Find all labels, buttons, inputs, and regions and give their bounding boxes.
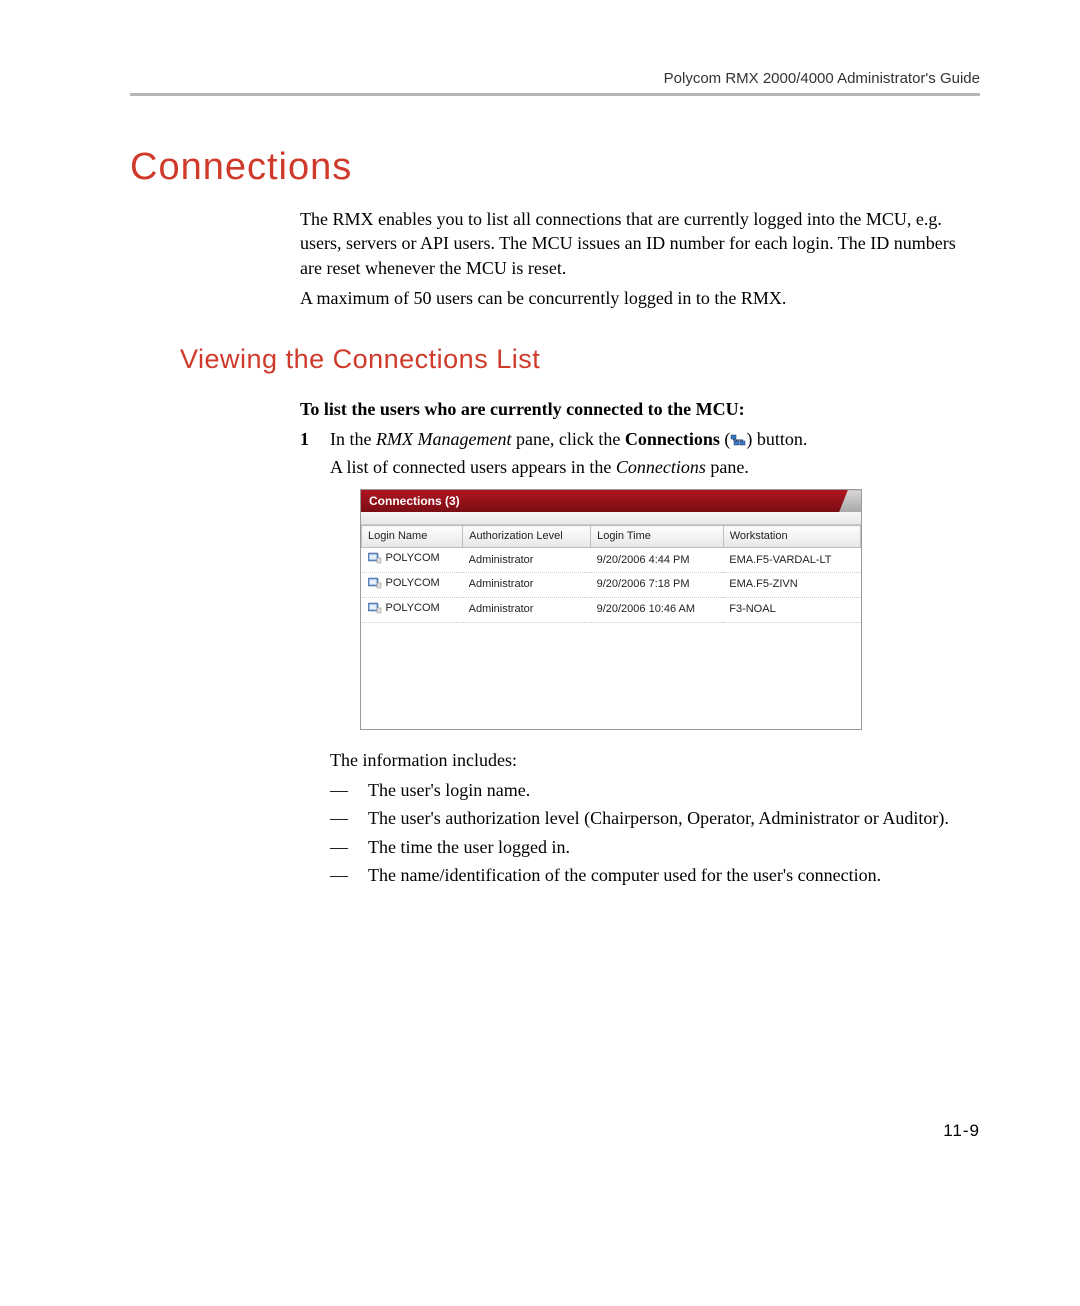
connections-panel-titlebar: Connections (3) <box>361 490 861 512</box>
cell-login: POLYCOM <box>386 552 440 564</box>
col-auth-level[interactable]: Authorization Level <box>463 526 591 548</box>
dash-bullet: — <box>330 863 368 887</box>
step-text-2: pane, click the <box>511 429 624 449</box>
intro-paragraph-2: A maximum of 50 users can be concurrentl… <box>300 286 980 310</box>
info-lead: The information includes: <box>330 748 980 772</box>
intro-paragraph-1: The RMX enables you to list all connecti… <box>300 207 980 280</box>
step-text: In the <box>330 429 376 449</box>
table-row[interactable]: POLYCOM Administrator 9/20/2006 7:18 PM … <box>362 572 861 597</box>
connections-panel: Connections (3) Login Name Authorization… <box>360 489 862 730</box>
info-bullet-list: — The user's login name. — The user's au… <box>330 778 980 887</box>
step-text-3: ( <box>720 429 731 449</box>
list-item-text: The name/identification of the computer … <box>368 863 980 887</box>
user-icon <box>368 602 382 619</box>
procedure-lead: To list the users who are currently conn… <box>300 397 980 421</box>
step-text-bold: Connections <box>625 429 720 449</box>
running-header: Polycom RMX 2000/4000 Administrator's Gu… <box>130 70 980 87</box>
step-line2-italic: Connections <box>616 457 706 477</box>
subsection-title: Viewing the Connections List <box>180 344 980 375</box>
step-number: 1 <box>300 427 330 891</box>
list-item-text: The user's authorization level (Chairper… <box>368 806 980 830</box>
cell-login: POLYCOM <box>386 577 440 589</box>
cell-ws: EMA.F5-VARDAL-LT <box>723 548 860 573</box>
cell-auth: Administrator <box>463 597 591 622</box>
cell-time: 9/20/2006 10:46 AM <box>591 597 724 622</box>
table-empty-space <box>362 622 861 729</box>
connections-panel-toolbar <box>361 512 861 525</box>
intro-block: The RMX enables you to list all connecti… <box>300 207 980 310</box>
list-item-text: The user's login name. <box>368 778 980 802</box>
col-login-name[interactable]: Login Name <box>362 526 463 548</box>
col-login-time[interactable]: Login Time <box>591 526 724 548</box>
col-workstation[interactable]: Workstation <box>723 526 860 548</box>
step-line2-prefix: A list of connected users appears in the <box>330 457 616 477</box>
dash-bullet: — <box>330 806 368 830</box>
header-rule <box>130 93 980 96</box>
list-item: — The user's authorization level (Chairp… <box>330 806 980 830</box>
page-number: 11-9 <box>130 1121 980 1141</box>
cell-ws: EMA.F5-ZIVN <box>723 572 860 597</box>
user-icon <box>368 552 382 569</box>
step-text-4: ) button. <box>746 429 807 449</box>
cell-auth: Administrator <box>463 548 591 573</box>
connections-icon <box>730 430 746 454</box>
cell-login: POLYCOM <box>386 602 440 614</box>
step-body: In the RMX Management pane, click the Co… <box>330 427 980 891</box>
connections-table: Login Name Authorization Level Login Tim… <box>361 525 861 728</box>
table-row[interactable]: POLYCOM Administrator 9/20/2006 10:46 AM… <box>362 597 861 622</box>
cell-ws: F3-NOAL <box>723 597 860 622</box>
cell-auth: Administrator <box>463 572 591 597</box>
list-item: — The name/identification of the compute… <box>330 863 980 887</box>
section-title: Connections <box>130 146 980 189</box>
list-item: — The user's login name. <box>330 778 980 802</box>
step-line2-suffix: pane. <box>706 457 749 477</box>
cell-time: 9/20/2006 7:18 PM <box>591 572 724 597</box>
dash-bullet: — <box>330 835 368 859</box>
procedure-block: To list the users who are currently conn… <box>300 397 980 891</box>
list-item: — The time the user logged in. <box>330 835 980 859</box>
page: Polycom RMX 2000/4000 Administrator's Gu… <box>0 0 1080 1201</box>
cell-time: 9/20/2006 4:44 PM <box>591 548 724 573</box>
table-row[interactable]: POLYCOM Administrator 9/20/2006 4:44 PM … <box>362 548 861 573</box>
step-text-italic-1: RMX Management <box>376 429 511 449</box>
step-1: 1 In the RMX Management pane, click the … <box>300 427 980 891</box>
user-icon <box>368 577 382 594</box>
titlebar-decoration <box>839 490 861 512</box>
connections-panel-title: Connections (3) <box>369 493 460 509</box>
dash-bullet: — <box>330 778 368 802</box>
list-item-text: The time the user logged in. <box>368 835 980 859</box>
